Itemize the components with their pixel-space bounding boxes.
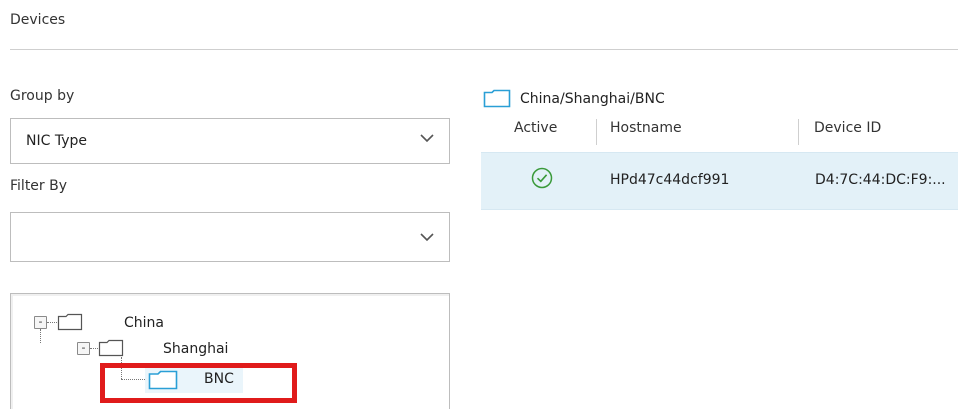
highlight-annotation xyxy=(100,363,297,403)
page-title: Devices xyxy=(10,12,66,28)
device-id-cell: D4:7C:44:DC:F9:... xyxy=(815,172,946,188)
folder-icon xyxy=(57,313,83,331)
column-header-hostname[interactable]: Hostname xyxy=(610,120,682,136)
selected-group-path: China/Shanghai/BNC xyxy=(520,91,665,107)
column-header-device-id[interactable]: Device ID xyxy=(814,120,881,136)
group-by-select[interactable]: NIC Type xyxy=(10,118,450,164)
group-by-label: Group by xyxy=(10,88,75,104)
filter-by-label: Filter By xyxy=(10,178,68,194)
title-divider xyxy=(10,49,958,50)
folder-icon xyxy=(98,339,124,357)
hostname-cell: HPd47c44dcf991 xyxy=(610,172,730,188)
column-divider xyxy=(798,119,799,145)
tree-connector xyxy=(40,329,41,343)
folder-icon xyxy=(483,89,511,108)
collapse-toggle-china[interactable]: - xyxy=(34,316,47,329)
check-circle-icon xyxy=(531,167,553,189)
chevron-down-icon xyxy=(420,134,434,143)
tree-connector xyxy=(90,348,98,349)
tree-node-shanghai[interactable]: Shanghai xyxy=(163,341,228,357)
collapse-toggle-shanghai[interactable]: - xyxy=(77,342,90,355)
column-divider xyxy=(596,119,597,145)
filter-by-select[interactable] xyxy=(10,212,450,262)
tree-node-china[interactable]: China xyxy=(124,315,164,331)
column-header-active[interactable]: Active xyxy=(514,120,557,136)
group-by-value: NIC Type xyxy=(26,133,87,149)
chevron-down-icon xyxy=(420,233,434,242)
tree-connector xyxy=(47,322,57,323)
